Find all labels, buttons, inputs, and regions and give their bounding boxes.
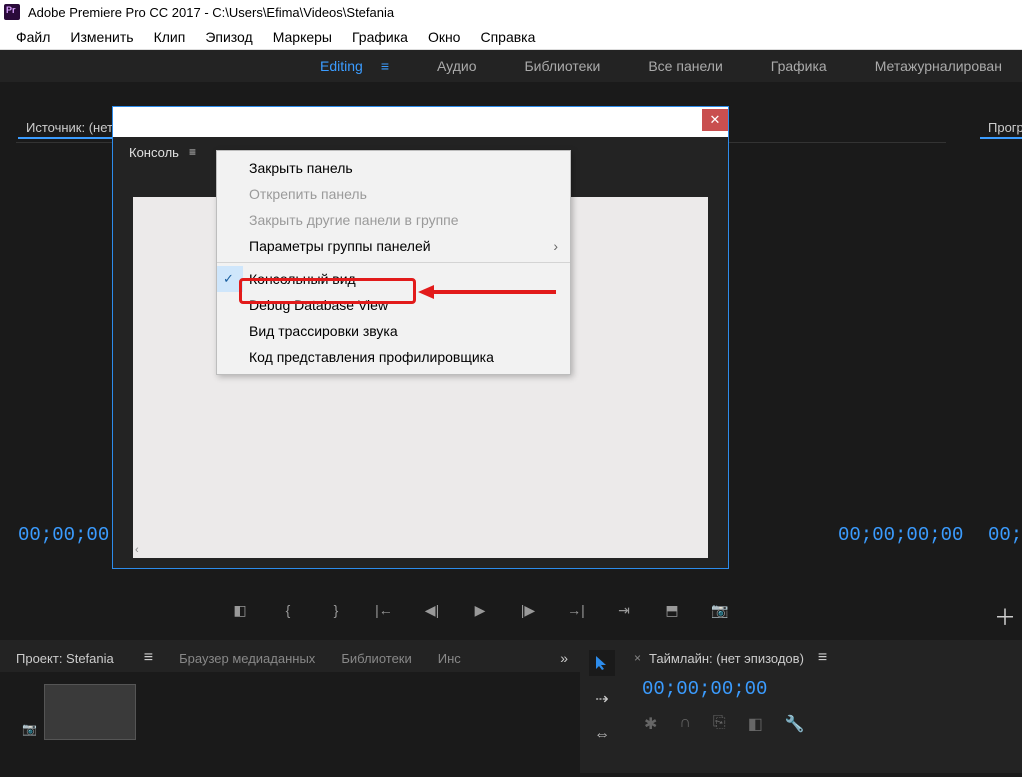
project-tab[interactable]: Проект: Stefania <box>16 651 114 666</box>
menu-edit[interactable]: Изменить <box>60 29 143 45</box>
close-button[interactable]: ✕ <box>702 109 728 131</box>
console-scroll-left-icon[interactable]: ‹ <box>135 544 139 556</box>
console-tab[interactable]: Консоль <box>129 145 179 160</box>
menu-sequence[interactable]: Эпизод <box>195 29 262 45</box>
ripple-edit-tool-icon[interactable]: ⇔ <box>589 722 615 748</box>
timeline-panel: × Таймлайн: (нет эпизодов) ≡ 00;00;00;00… <box>624 644 1022 773</box>
selection-tool-icon[interactable] <box>589 650 615 676</box>
magnet-icon[interactable]: ∩ <box>679 714 691 734</box>
transport-controls: ◧ { } |← ◀| ▶ |▶ →| ⇥ ⬒ 📷 <box>230 600 730 620</box>
libraries-tab[interactable]: Библиотеки <box>341 651 411 666</box>
project-bin[interactable]: 📷 <box>0 672 580 777</box>
app-logo-icon <box>4 4 20 20</box>
source-timecode[interactable]: 00;00;00; <box>18 524 121 546</box>
menu-bar: Файл Изменить Клип Эпизод Маркеры График… <box>0 24 1022 50</box>
menu-item-profiler-view[interactable]: Код представления профилировщика <box>217 344 570 370</box>
go-to-out-icon[interactable]: →| <box>566 600 586 620</box>
brace-close-icon[interactable]: } <box>326 600 346 620</box>
window-title: Adobe Premiere Pro CC 2017 - C:\Users\Ef… <box>28 5 394 20</box>
menu-item-label: Параметры группы панелей <box>249 238 431 254</box>
workspace-menu-icon[interactable]: ≡ <box>381 58 389 74</box>
export-frame-icon[interactable]: 📷 <box>710 600 730 620</box>
linked-selection-icon[interactable]: ⎘ <box>713 714 726 734</box>
mark-in-icon[interactable]: ◧ <box>230 600 250 620</box>
project-item-thumb[interactable] <box>44 684 136 740</box>
timeline-timecode[interactable]: 00;00;00;00 <box>624 678 1022 700</box>
menu-graphics[interactable]: Графика <box>342 29 418 45</box>
program-panel-tab[interactable]: Прогр <box>980 120 1022 135</box>
submenu-arrow-icon: › <box>553 238 558 254</box>
menu-item-close-panel[interactable]: Закрыть панель <box>217 155 570 181</box>
timeline-title: Таймлайн: (нет эпизодов) <box>649 651 804 666</box>
project-panel-menu-icon[interactable]: ≡ <box>144 649 153 667</box>
program-timecode[interactable]: 00; <box>988 524 1022 546</box>
workspace-tab-allpanels[interactable]: Все панели <box>648 58 722 74</box>
menu-item-audio-trace-view[interactable]: Вид трассировки звука <box>217 318 570 344</box>
go-to-in-icon[interactable]: |← <box>374 600 394 620</box>
window-titlebar: Adobe Premiere Pro CC 2017 - C:\Users\Ef… <box>0 0 1022 24</box>
console-panel-menu-icon[interactable]: ≡ <box>189 145 196 159</box>
menu-item-panel-group-settings[interactable]: Параметры группы панелей › <box>217 233 570 259</box>
step-forward-icon[interactable]: |▶ <box>518 600 538 620</box>
snap-icon[interactable]: ✱ <box>644 714 657 734</box>
play-icon[interactable]: ▶ <box>470 600 490 620</box>
menu-markers[interactable]: Маркеры <box>263 29 342 45</box>
brace-open-icon[interactable]: { <box>278 600 298 620</box>
menu-separator <box>217 262 570 263</box>
insert-icon[interactable]: ⇥ <box>614 600 634 620</box>
menu-item-undock-panel: Открепить панель <box>217 181 570 207</box>
timeline-panel-menu-icon[interactable]: ≡ <box>818 649 827 667</box>
workspace-tab-audio[interactable]: Аудио <box>437 58 477 74</box>
menu-clip[interactable]: Клип <box>144 29 196 45</box>
menu-help[interactable]: Справка <box>470 29 545 45</box>
info-tab-fragment[interactable]: Инс <box>438 651 461 666</box>
menu-window[interactable]: Окно <box>418 29 471 45</box>
settings-wrench-icon[interactable]: 🔧 <box>785 714 805 734</box>
source-panel-tab[interactable]: Источник: (нет <box>18 120 121 135</box>
tools-panel: ⇢ ⇔ <box>580 644 624 773</box>
workspace-tab-metalogging[interactable]: Метажурналирован <box>875 58 1002 74</box>
overflow-tabs-icon[interactable]: » <box>560 650 568 666</box>
media-browser-tab[interactable]: Браузер медиаданных <box>179 651 315 666</box>
marker-icon[interactable]: ◧ <box>748 714 763 734</box>
close-timeline-icon[interactable]: × <box>634 651 641 665</box>
camera-icon: 📷 <box>22 722 37 736</box>
lower-panels: Проект: Stefania ≡ Браузер медиаданных Б… <box>0 640 1022 773</box>
annotation-arrow-icon <box>418 283 558 301</box>
workspace-tab-libraries[interactable]: Библиотеки <box>524 58 600 74</box>
workspace-tabs: Editing ≡ Аудио Библиотеки Все панели Гр… <box>0 50 1022 82</box>
menu-item-label: Консольный вид <box>249 271 356 287</box>
step-back-icon[interactable]: ◀| <box>422 600 442 620</box>
button-editor-icon[interactable]: ＋ <box>994 600 1016 632</box>
track-select-tool-icon[interactable]: ⇢ <box>589 686 615 712</box>
source-duration-timecode: 00;00;00;00 <box>838 524 963 546</box>
overwrite-icon[interactable]: ⬒ <box>662 600 682 620</box>
workspace-tab-editing[interactable]: Editing <box>320 58 363 74</box>
console-window-titlebar[interactable]: ✕ <box>113 107 728 137</box>
panel-context-menu: Закрыть панель Открепить панель Закрыть … <box>216 150 571 375</box>
checkmark-icon: ✓ <box>223 271 234 287</box>
menu-file[interactable]: Файл <box>6 29 60 45</box>
workspace-tab-graphics[interactable]: Графика <box>771 58 827 74</box>
menu-item-close-others: Закрыть другие панели в группе <box>217 207 570 233</box>
project-panel: Проект: Stefania ≡ Браузер медиаданных Б… <box>0 644 580 773</box>
